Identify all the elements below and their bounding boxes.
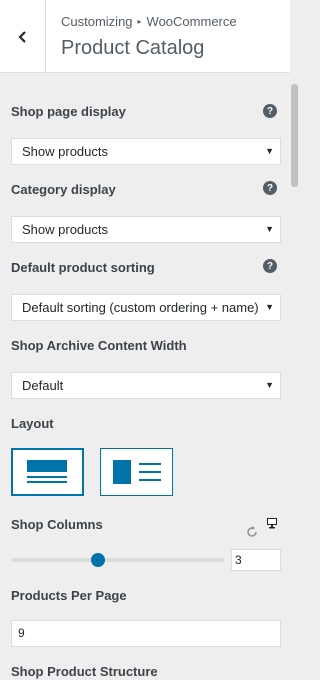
breadcrumb-section: WooCommerce	[146, 14, 237, 29]
dropdown-arrow-icon: ▼	[265, 380, 274, 390]
desktop-icon[interactable]	[266, 517, 278, 529]
list-layout-icon	[113, 460, 161, 484]
dropdown-arrow-icon: ▼	[265, 224, 274, 234]
layout-list-option[interactable]	[100, 448, 173, 496]
select-value: Default	[22, 378, 64, 393]
page-title: Product Catalog	[61, 37, 205, 59]
layout-grid-option[interactable]	[11, 448, 84, 496]
default-sorting-select[interactable]: Default sorting (custom ordering + name)…	[11, 294, 281, 321]
breadcrumb: Customizing ▸ WooCommerce	[61, 14, 237, 29]
products-per-page-label: Products Per Page	[11, 588, 127, 603]
breadcrumb-separator-icon: ▸	[137, 17, 142, 26]
category-display-select[interactable]: Show products ▼	[11, 216, 281, 243]
reset-icon[interactable]	[246, 526, 258, 538]
category-display-label: Category display	[11, 182, 116, 197]
columns-slider-handle[interactable]	[91, 553, 105, 567]
help-icon[interactable]: ?	[263, 181, 277, 195]
back-button[interactable]	[0, 0, 46, 73]
layout-label: Layout	[11, 416, 54, 431]
shop-columns-label: Shop Columns	[11, 517, 103, 532]
select-value: Default sorting (custom ordering + name)	[22, 300, 259, 315]
grid-layout-icon	[27, 460, 67, 483]
columns-slider-track[interactable]	[11, 558, 225, 562]
default-sorting-label: Default product sorting	[11, 260, 155, 275]
select-value: Show products	[22, 144, 108, 159]
products-per-page-input[interactable]: 9	[11, 620, 281, 647]
shop-page-display-label: Shop page display	[11, 104, 126, 119]
dropdown-arrow-icon: ▼	[265, 302, 274, 312]
chevron-left-icon	[17, 30, 26, 43]
select-value: Show products	[22, 222, 108, 237]
columns-number-input[interactable]: 3	[231, 549, 281, 571]
scrollbar-thumb[interactable]	[291, 84, 298, 187]
shop-page-display-select[interactable]: Show products ▼	[11, 138, 281, 165]
help-icon[interactable]: ?	[263, 104, 277, 118]
product-structure-label: Shop Product Structure	[11, 664, 158, 679]
archive-width-select[interactable]: Default ▼	[11, 372, 281, 399]
help-icon[interactable]: ?	[263, 259, 277, 273]
dropdown-arrow-icon: ▼	[265, 146, 274, 156]
customizer-header: Customizing ▸ WooCommerce Product Catalog	[0, 0, 290, 73]
archive-width-label: Shop Archive Content Width	[11, 338, 187, 353]
breadcrumb-root: Customizing	[61, 14, 133, 29]
